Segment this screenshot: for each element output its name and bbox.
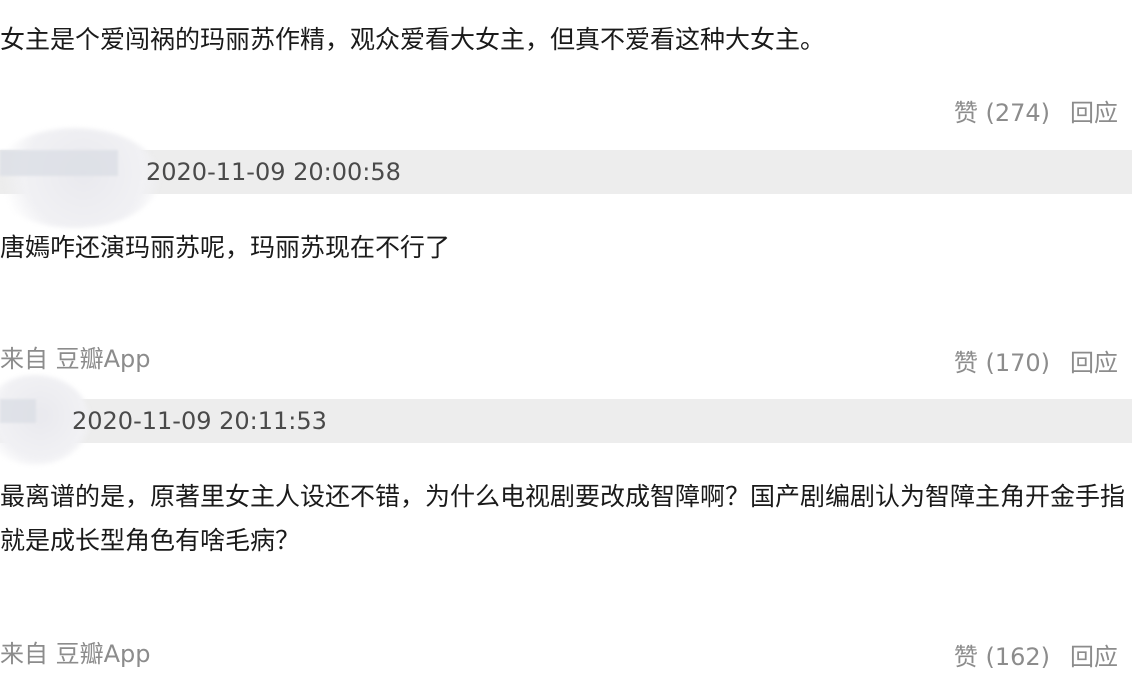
like-count: (162) [985, 643, 1050, 671]
like-button[interactable]: 赞 (170) [954, 349, 1050, 377]
like-count: (274) [985, 99, 1050, 127]
like-button[interactable]: 赞 (162) [954, 643, 1050, 671]
comment-actions: 赞 (170) 回应 [954, 346, 1118, 380]
comment-timestamp: 2020-11-09 20:11:53 [72, 407, 327, 435]
comment-timestamp: 2020-11-09 20:00:58 [146, 158, 401, 186]
like-label: 赞 [953, 643, 978, 671]
comment-actions: 赞 (162) 回应 [954, 640, 1118, 674]
reply-button[interactable]: 回应 [1070, 643, 1118, 671]
username-redacted[interactable] [0, 399, 36, 423]
like-label: 赞 [953, 99, 978, 127]
like-button[interactable]: 赞 (274) [954, 99, 1050, 127]
comment-source: 来自 豆瓣App [0, 640, 151, 668]
comment-text: 最离谱的是，原著里女主人设还不错，为什么电视剧要改成智障啊？国产剧编剧认为智障主… [0, 482, 1126, 555]
reply-button[interactable]: 回应 [1070, 349, 1118, 377]
username-redacted[interactable] [0, 150, 118, 176]
avatar[interactable] [0, 128, 160, 228]
like-label: 赞 [953, 349, 978, 377]
comment-source: 来自 豆瓣App [0, 345, 151, 373]
reply-button[interactable]: 回应 [1070, 99, 1118, 127]
comment-text: 唐嫣咋还演玛丽苏呢，玛丽苏现在不行了 [0, 233, 451, 262]
comment-actions: 赞 (274) 回应 [954, 96, 1118, 130]
like-count: (170) [985, 349, 1050, 377]
comment-text: 女主是个爱闯祸的玛丽苏作精，观众爱看大女主，但真不爱看这种大女主。 [0, 25, 826, 54]
comment-thread: 女主是个爱闯祸的玛丽苏作精，观众爱看大女主，但真不爱看这种大女主。 赞 (274… [0, 0, 1132, 684]
